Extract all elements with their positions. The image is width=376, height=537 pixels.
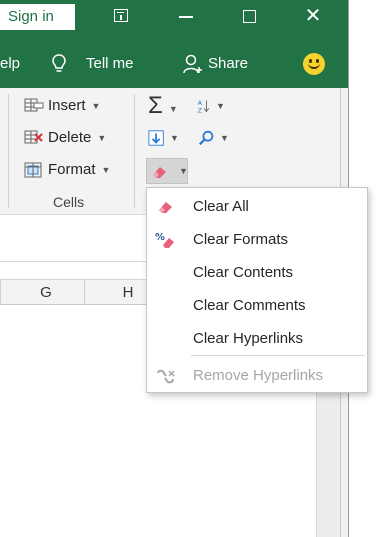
menu-item-clear-contents[interactable]: Clear Contents bbox=[147, 256, 367, 289]
chevron-down-icon: ▼ bbox=[91, 101, 101, 112]
find-select-button[interactable]: ▼ bbox=[198, 126, 229, 150]
maximize-icon bbox=[243, 10, 256, 23]
cells-group-label: Cells bbox=[53, 194, 85, 210]
maximize-button[interactable] bbox=[228, 0, 274, 33]
autosum-button[interactable]: Σ ▼ bbox=[148, 94, 178, 118]
remove-hyperlink-icon bbox=[157, 369, 175, 384]
column-header-g[interactable]: G bbox=[0, 280, 92, 305]
menu-item-label: Clear Contents bbox=[193, 264, 294, 281]
eraser-icon bbox=[153, 167, 166, 178]
share-button[interactable]: Share bbox=[208, 55, 248, 72]
menu-item-label: Clear All bbox=[193, 198, 249, 215]
chevron-down-icon: ▼ bbox=[220, 133, 229, 144]
sort-filter-button[interactable]: A Z ▼ bbox=[196, 94, 225, 118]
close-button[interactable]: ✕ bbox=[290, 0, 336, 33]
format-cells-icon bbox=[24, 162, 42, 178]
insert-cells-icon bbox=[24, 98, 44, 112]
group-separator bbox=[8, 94, 9, 208]
magnifier-icon bbox=[199, 130, 214, 146]
menu-item-clear-comments[interactable]: Clear Comments bbox=[147, 289, 367, 322]
title-bar: Sign in ✕ bbox=[0, 0, 348, 33]
chevron-down-icon: ▼ bbox=[97, 133, 107, 144]
clear-dropdown-menu: Clear All % Clear Formats Clear Contents… bbox=[146, 187, 368, 393]
close-icon: ✕ bbox=[304, 5, 322, 27]
delete-cells-icon bbox=[24, 130, 43, 144]
share-person-icon bbox=[183, 54, 202, 74]
delete-label: Delete bbox=[48, 129, 92, 146]
eraser-icon bbox=[159, 202, 172, 213]
insert-label: Insert bbox=[48, 97, 86, 114]
chevron-down-icon: ▼ bbox=[170, 133, 179, 144]
feedback-smiley-icon[interactable] bbox=[303, 53, 325, 75]
minimize-button[interactable] bbox=[164, 0, 210, 33]
svg-text:Z: Z bbox=[198, 106, 203, 114]
sign-in-button[interactable]: Sign in bbox=[0, 4, 75, 30]
menu-item-label: Clear Hyperlinks bbox=[193, 330, 304, 347]
group-separator bbox=[134, 94, 135, 208]
minimize-icon bbox=[179, 16, 193, 18]
chevron-down-icon: ▼ bbox=[216, 101, 225, 112]
fill-button[interactable]: ▼ bbox=[148, 126, 179, 150]
lightbulb-icon bbox=[52, 54, 66, 72]
menu-separator bbox=[191, 355, 365, 356]
ribbon-tabs-row: elp Tell me Share bbox=[0, 33, 348, 88]
tab-help[interactable]: elp bbox=[0, 55, 20, 72]
chevron-down-icon: ▼ bbox=[179, 166, 188, 176]
menu-item-remove-hyperlinks: Remove Hyperlinks bbox=[147, 359, 367, 392]
format-label: Format bbox=[48, 161, 96, 178]
menu-item-clear-all[interactable]: Clear All bbox=[147, 190, 367, 223]
excel-window: { "titlebar": { "sign_in": "Sign in", "c… bbox=[0, 0, 376, 537]
sigma-icon: Σ bbox=[148, 92, 163, 119]
insert-cells-button[interactable]: Insert ▼ bbox=[24, 94, 100, 118]
sort-az-icon: A Z bbox=[198, 99, 210, 114]
svg-text:%: % bbox=[155, 232, 165, 243]
ribbon-display-options-button[interactable] bbox=[98, 0, 144, 33]
fill-down-icon bbox=[148, 130, 164, 146]
menu-item-clear-hyperlinks[interactable]: Clear Hyperlinks bbox=[147, 322, 367, 355]
chevron-down-icon: ▼ bbox=[168, 104, 178, 115]
clear-formats-icon: % bbox=[155, 232, 174, 248]
delete-cells-button[interactable]: Delete ▼ bbox=[24, 126, 106, 150]
menu-item-clear-formats[interactable]: % Clear Formats bbox=[147, 223, 367, 256]
ribbon-display-icon bbox=[114, 9, 128, 22]
chevron-down-icon: ▼ bbox=[101, 165, 111, 176]
format-cells-button[interactable]: Format ▼ bbox=[24, 158, 110, 182]
menu-item-label: Clear Comments bbox=[193, 297, 306, 314]
clear-button[interactable]: ▼ bbox=[146, 158, 188, 184]
menu-item-label: Clear Formats bbox=[193, 231, 289, 248]
tell-me-search[interactable]: Tell me bbox=[86, 55, 134, 72]
menu-item-label: Remove Hyperlinks bbox=[193, 367, 324, 384]
